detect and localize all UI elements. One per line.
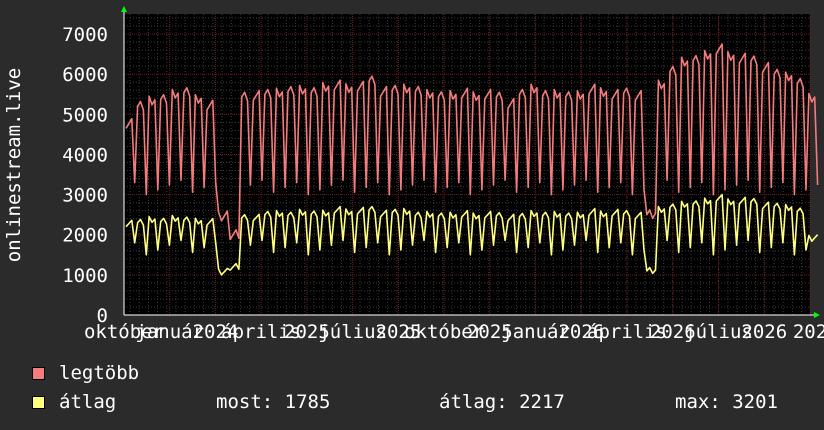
legend-label-avg: átlag [59,391,117,413]
x-tick-label: 202 [793,321,824,343]
stat-current: most: 1785 [216,391,330,413]
legend-label-max: legtöbb [59,362,140,384]
y-tick-label: 3000 [62,185,108,207]
x-tick-label: 2026 [741,321,787,343]
stat-maximum-label: max: [675,391,721,413]
y-tick-label: 2000 [62,225,108,247]
stat-maximum: max: 3201 [675,391,778,413]
y-tick-label: 5000 [62,104,108,126]
y-axis-arrow [121,6,127,12]
stat-average: átlag: 2217 [439,391,565,413]
stat-average-value: 2217 [519,391,565,413]
stat-average-label: átlag: [439,391,508,413]
x-axis-arrow [814,312,820,318]
legend-swatch-avg [32,395,45,409]
legend-swatch-max [32,366,45,380]
y-tick-label: 4000 [62,144,108,166]
y-axis-label: onlinestream.live [3,68,25,262]
stat-current-value: 1785 [284,391,331,413]
y-tick-label: 1000 [62,265,108,287]
legend-item-avg: átlag most: 1785 átlag: 2217 max: 3201 [32,390,812,414]
legend-item-max: legtöbb [32,361,139,385]
stat-maximum-value: 3201 [732,391,778,413]
line-chart: onlinestream.live 0100020003000400050006… [3,6,824,343]
stat-current-label: most: [216,391,274,413]
y-tick-label: 7000 [62,24,108,46]
y-tick-label: 6000 [62,64,108,86]
